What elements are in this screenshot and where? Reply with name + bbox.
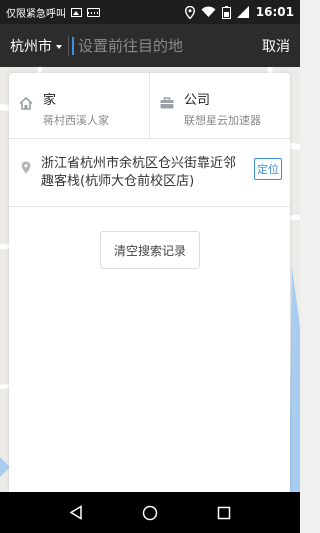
divider: [68, 35, 69, 56]
current-location-item[interactable]: 浙江省杭州市余杭区仓兴街靠近邻趣客栈(杭师大仓前校区店) 定位: [9, 139, 290, 207]
battery-icon: [221, 5, 231, 19]
company-title: 公司: [184, 93, 211, 108]
briefcase-icon: [160, 97, 174, 109]
city-label: 杭州市: [10, 38, 52, 55]
chevron-down-icon: [56, 44, 62, 49]
city-selector[interactable]: 杭州市: [0, 36, 68, 56]
location-status-icon: [184, 5, 195, 19]
home-title: 家: [43, 93, 57, 108]
location-pin-icon: [21, 161, 31, 174]
cancel-button[interactable]: 取消: [262, 36, 300, 56]
locate-tag[interactable]: 定位: [254, 158, 282, 180]
cellular-icon: [236, 6, 249, 18]
image-notification-icon: [71, 7, 82, 17]
search-header: 杭州市 取消: [0, 24, 300, 67]
current-location-address: 浙江省杭州市余杭区仓兴街靠近邻趣客栈(杭师大仓前校区店): [41, 155, 237, 189]
company-address: 联想星云加速器: [184, 114, 261, 127]
home-address: 蒋村西溪人家: [43, 114, 109, 127]
home-button-icon[interactable]: [142, 505, 158, 521]
carrier-status: 仅限紧急呼叫: [6, 8, 66, 20]
home-shortcut[interactable]: 家 蒋村西溪人家: [9, 73, 149, 138]
destination-search-input[interactable]: [74, 36, 244, 55]
wifi-icon: [201, 6, 216, 17]
back-icon[interactable]: [69, 505, 83, 520]
recents-icon[interactable]: [217, 506, 231, 520]
home-icon: [19, 97, 33, 110]
system-nav-bar: [0, 492, 300, 533]
shortcut-row: 家 蒋村西溪人家 公司 联想星云加速器: [9, 73, 290, 139]
clock: 16:01: [255, 5, 294, 19]
clear-search-history-button[interactable]: 清空搜索记录: [100, 231, 200, 269]
status-bar: 仅限紧急呼叫 16:01: [0, 0, 300, 24]
company-shortcut[interactable]: 公司 联想星云加速器: [149, 73, 290, 138]
keyboard-icon: [87, 7, 100, 17]
search-panel: 家 蒋村西溪人家 公司 联想星云加速器 浙江省杭州市余杭区仓兴街靠近邻趣客栈(杭…: [9, 73, 290, 492]
